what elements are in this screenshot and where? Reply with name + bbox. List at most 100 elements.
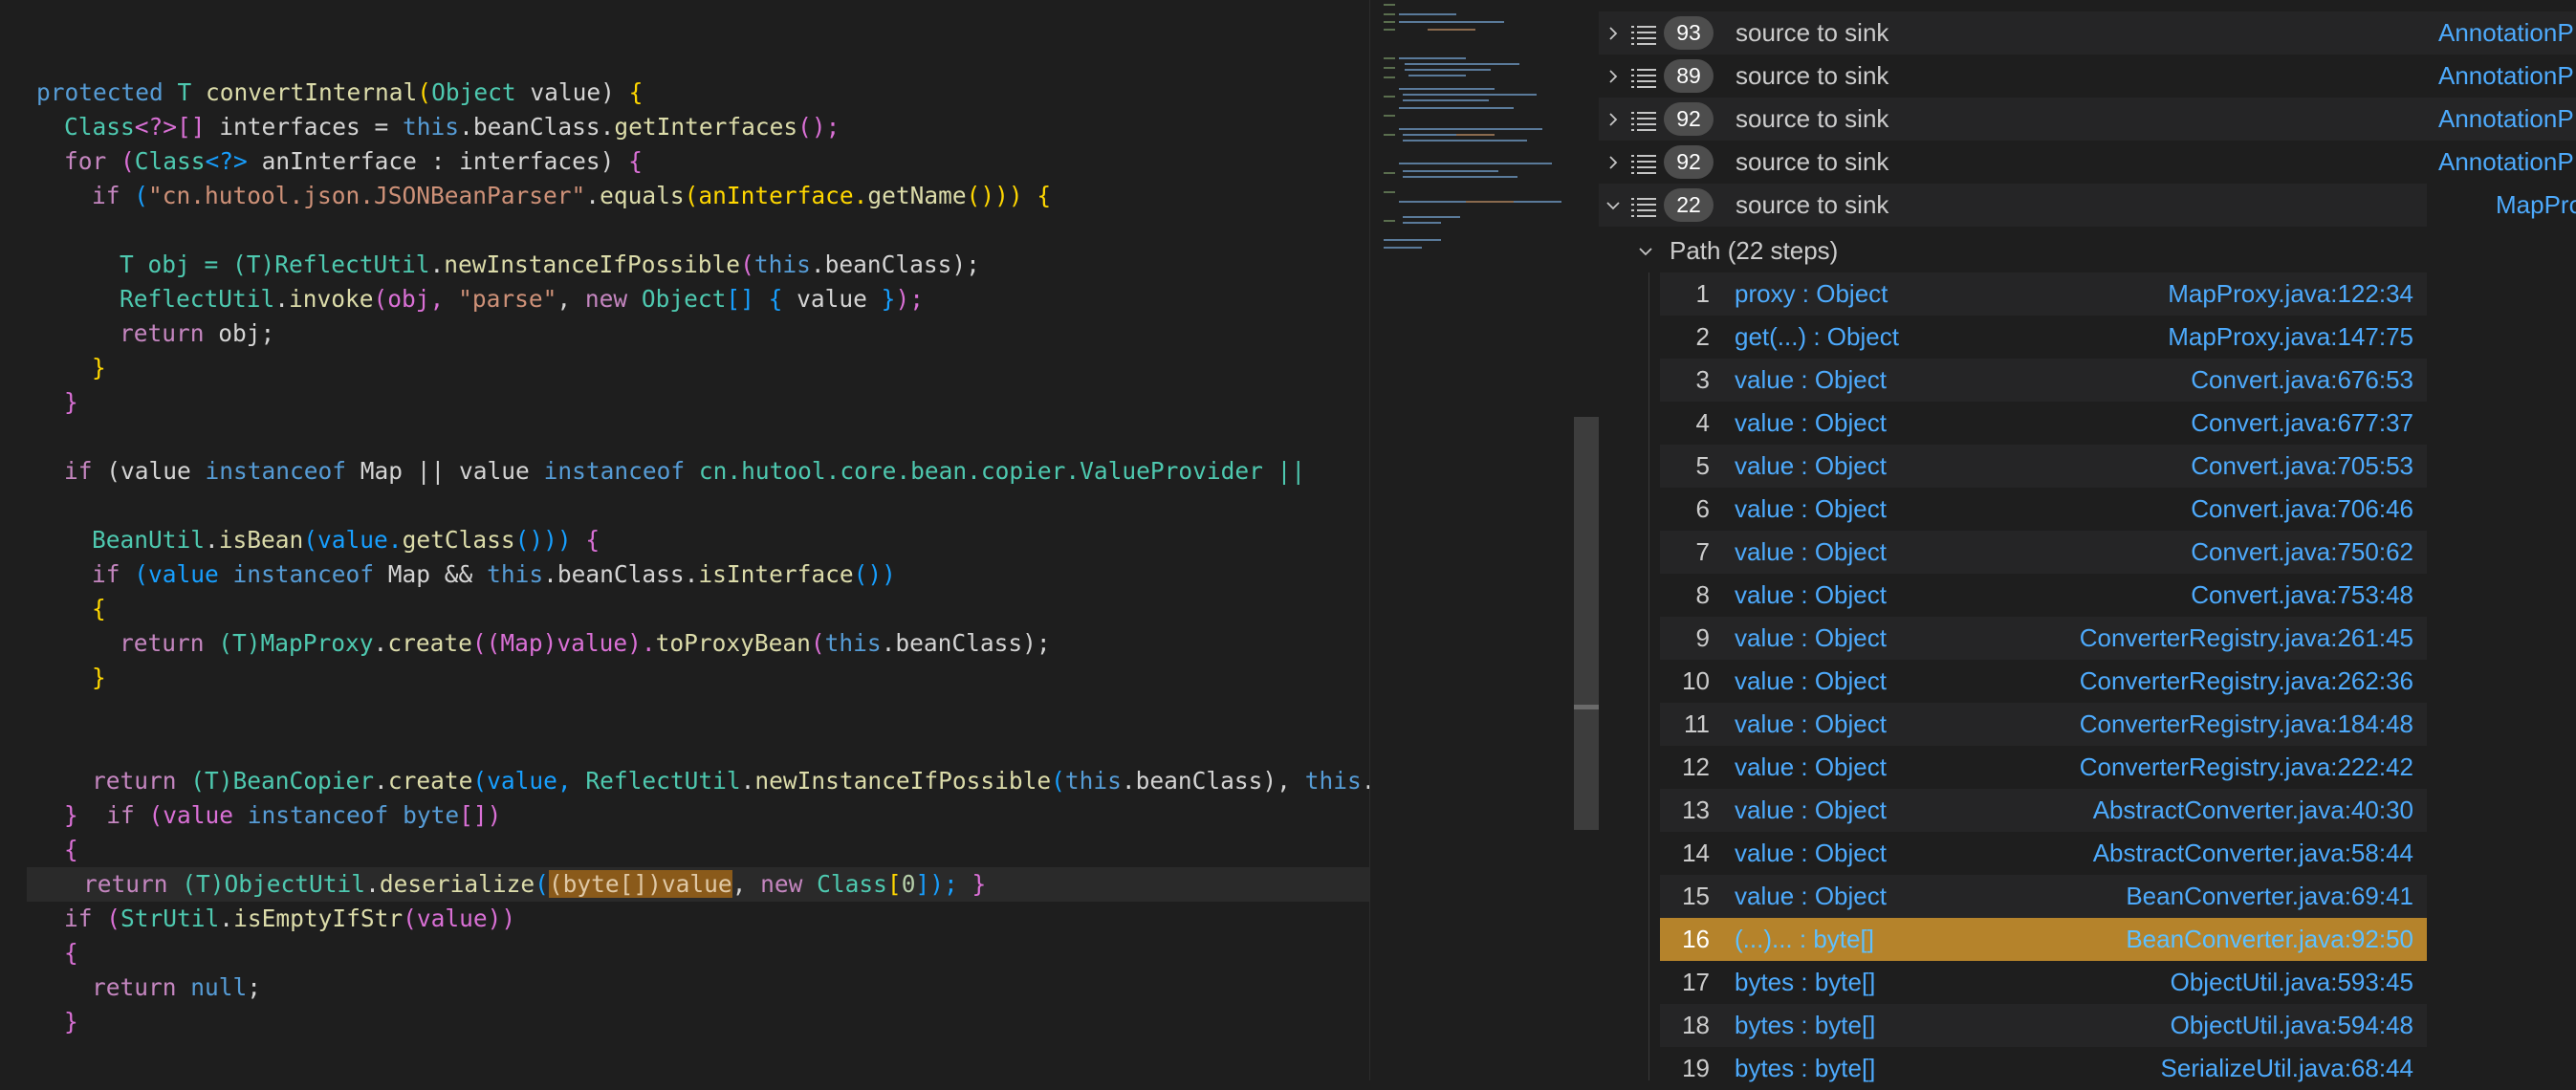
step-location-link[interactable]: ConverterRegistry.java:184:48 [2080,703,2413,746]
step-label[interactable]: value : Object [1735,789,1887,832]
path-step[interactable]: 15 value : Object BeanConverter.java:69:… [1660,875,2427,918]
step-location-link[interactable]: Convert.java:705:53 [2191,445,2413,488]
step-label[interactable]: value : Object [1735,832,1887,875]
code-line-1: protected T convertInternal(Object value… [36,78,644,106]
step-label[interactable]: (...)... : byte[] [1735,918,1874,961]
step-location-link[interactable]: MapProxy.java:122:34 [2168,272,2413,316]
chevron-right-icon[interactable] [1599,54,1627,98]
step-location-link[interactable]: MapProxy.java:147:75 [2168,316,2413,359]
code-line-27: } [64,1008,78,1036]
path-step[interactable]: 2 get(...) : Object MapProxy.java:147:75 [1660,316,2427,359]
chevron-right-icon[interactable] [1599,141,1627,184]
step-label[interactable]: bytes : byte[] [1735,961,1875,1004]
result-location-link[interactable]: AnnotationP [2438,98,2574,141]
result-row[interactable]: 92 source to sink AnnotationP [1599,98,2576,141]
step-label[interactable]: proxy : Object [1735,272,1888,316]
result-message: source to sink [1736,61,1889,90]
path-step[interactable]: 9 value : Object ConverterRegistry.java:… [1660,617,2427,660]
step-label[interactable]: value : Object [1735,402,1887,445]
step-label[interactable]: value : Object [1735,703,1887,746]
result-row[interactable]: 89 source to sink AnnotationP [1599,54,2576,98]
step-location-link[interactable]: ObjectUtil.java:593:45 [2171,961,2413,1004]
path-step[interactable]: 18 bytes : byte[] ObjectUtil.java:594:48 [1660,1004,2427,1047]
path-step[interactable]: 14 value : Object AbstractConverter.java… [1660,832,2427,875]
code-editor[interactable]: protected T convertInternal(Object value… [0,0,1369,1080]
step-location-link[interactable]: Convert.java:677:37 [2191,402,2413,445]
step-number: 5 [1695,451,1710,480]
step-location-link[interactable]: SerializeUtil.java:68:44 [2161,1047,2413,1090]
step-label[interactable]: value : Object [1735,531,1887,574]
path-step[interactable]: 6 value : Object Convert.java:706:46 [1660,488,2427,531]
step-label[interactable]: bytes : byte[] [1735,1004,1875,1047]
path-step[interactable]: 12 value : Object ConverterRegistry.java… [1660,746,2427,789]
result-location-link[interactable]: AnnotationP [2438,141,2574,184]
step-number: 4 [1695,408,1710,437]
step-label[interactable]: value : Object [1735,875,1887,918]
step-number: 15 [1682,882,1710,910]
chevron-right-icon[interactable] [1599,98,1627,141]
result-location-link[interactable]: AnnotationP [2438,11,2574,54]
step-label[interactable]: value : Object [1735,660,1887,703]
step-location-link[interactable]: Convert.java:753:48 [2191,574,2413,617]
step-location-link[interactable]: AbstractConverter.java:58:44 [2093,832,2413,875]
chevron-down-icon[interactable] [1631,229,1660,272]
step-label[interactable]: value : Object [1735,574,1887,617]
result-row[interactable]: 92 source to sink AnnotationP [1599,141,2576,184]
path-step[interactable]: 19 bytes : byte[] SerializeUtil.java:68:… [1660,1047,2427,1082]
step-label[interactable]: value : Object [1735,488,1887,531]
step-number: 2 [1695,322,1710,351]
highlighted-sink-expression[interactable]: (byte[])value [548,870,732,898]
minimap[interactable] [1369,0,1573,1080]
path-step[interactable]: 7 value : Object Convert.java:750:62 [1660,531,2427,574]
chevron-right-icon[interactable] [1599,11,1627,54]
result-message: source to sink [1736,190,1889,219]
code-line-23-current[interactable]: return (T)ObjectUtil.deserialize((byte[]… [27,867,1369,902]
code-line-9: } [92,354,106,382]
step-location-link[interactable]: BeanConverter.java:69:41 [2126,875,2413,918]
path-step[interactable]: 4 value : Object Convert.java:677:37 [1660,402,2427,445]
step-number: 3 [1695,365,1710,394]
vertical-scrollbar-thumb[interactable] [1574,417,1599,830]
path-step-selected[interactable]: 16 (...)... : byte[] BeanConverter.java:… [1660,918,2427,961]
step-label[interactable]: get(...) : Object [1735,316,1899,359]
path-step[interactable]: 8 value : Object Convert.java:753:48 [1660,574,2427,617]
path-step[interactable]: 11 value : Object ConverterRegistry.java… [1660,703,2427,746]
path-step[interactable]: 13 value : Object AbstractConverter.java… [1660,789,2427,832]
step-label[interactable]: value : Object [1735,746,1887,789]
path-step[interactable]: 5 value : Object Convert.java:705:53 [1660,445,2427,488]
step-location-link[interactable]: AbstractConverter.java:40:30 [2093,789,2413,832]
result-message: source to sink [1736,104,1889,133]
path-step[interactable]: 1 proxy : Object MapProxy.java:122:34 [1660,272,2427,316]
path-step[interactable]: 17 bytes : byte[] ObjectUtil.java:593:45 [1660,961,2427,1004]
code-line-6: T obj = (T)ReflectUtil.newInstanceIfPoss… [120,251,980,278]
result-location-link[interactable]: AnnotationP [2438,54,2574,98]
result-row[interactable]: 93 source to sink AnnotationP [1599,11,2576,54]
step-number: 9 [1695,623,1710,652]
path-header[interactable]: Path (22 steps) [1626,229,2427,272]
step-number: 13 [1682,796,1710,824]
step-location-link[interactable]: ConverterRegistry.java:262:36 [2080,660,2413,703]
code-line-3: for (Class<?> anInterface : interfaces) … [64,147,643,175]
path-step[interactable]: 10 value : Object ConverterRegistry.java… [1660,660,2427,703]
path-steps-label: Path (22 steps) [1670,236,1839,265]
result-message: source to sink [1736,147,1889,176]
code-line-14: if (value instanceof Map && this.beanCla… [92,560,896,588]
step-label[interactable]: bytes : byte[] [1735,1047,1875,1090]
chevron-down-icon[interactable] [1599,184,1627,227]
step-location-link[interactable]: Convert.java:706:46 [2191,488,2413,531]
step-label[interactable]: value : Object [1735,359,1887,402]
result-row-expanded[interactable]: 22 source to sink [1599,184,2427,227]
step-label[interactable]: value : Object [1735,445,1887,488]
step-location-link[interactable]: ConverterRegistry.java:261:45 [2080,617,2413,660]
step-location-link[interactable]: BeanConverter.java:92:50 [2126,918,2413,961]
step-location-link[interactable]: Convert.java:676:53 [2191,359,2413,402]
path-step[interactable]: 3 value : Object Convert.java:676:53 [1660,359,2427,402]
step-location-link[interactable]: ObjectUtil.java:594:48 [2171,1004,2413,1047]
result-location-link[interactable]: MapPro [2496,184,2576,227]
step-number: 14 [1682,839,1710,867]
step-location-link[interactable]: ConverterRegistry.java:222:42 [2080,746,2413,789]
step-number: 8 [1695,580,1710,609]
code-line-7: ReflectUtil.invoke(obj, "parse", new Obj… [120,285,924,313]
step-label[interactable]: value : Object [1735,617,1887,660]
step-location-link[interactable]: Convert.java:750:62 [2191,531,2413,574]
